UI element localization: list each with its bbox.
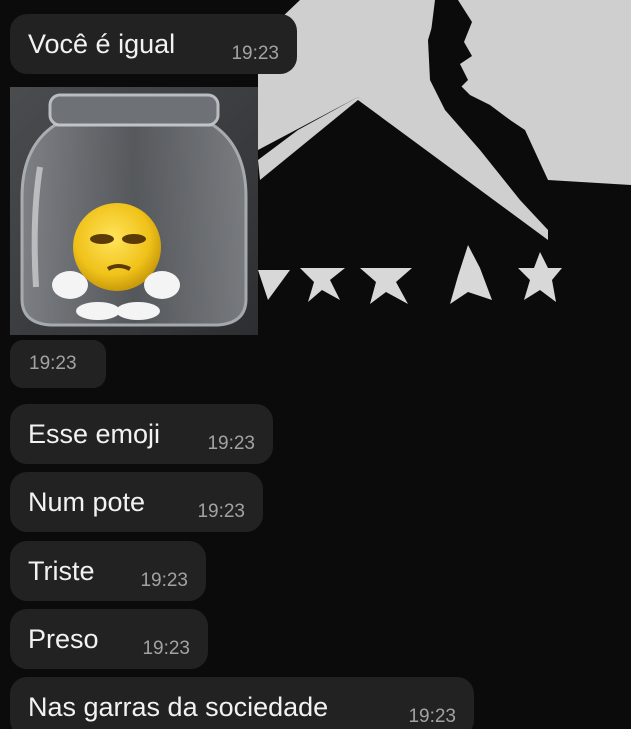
message-bubble[interactable]: Nas garras da sociedade 19:23 [10,677,474,729]
message-text: Preso [28,624,99,654]
wallpaper-stars [258,245,562,304]
wallpaper-star-5 [518,252,562,302]
message-text: Esse emoji [28,419,161,449]
image-message[interactable] [10,87,258,335]
emoji-in-jar-image [10,87,258,335]
wallpaper-star-4 [450,245,492,304]
message-time: 19:23 [197,501,245,522]
wallpaper-star-3 [360,268,412,304]
message-bubble[interactable]: Você é igual 19:23 [10,14,297,74]
message-time: 19:23 [142,638,190,659]
image-message-time: 19:23 [10,340,106,388]
message-bubble[interactable]: Esse emoji 19:23 [10,404,273,464]
message-text: Nas garras da sociedade [28,692,329,722]
wallpaper-star-2 [300,268,345,302]
message-text: Você é igual [28,29,176,59]
chat-screen: Você é igual 19:23 19:23 Esse emoji 19:2… [0,0,631,729]
message-time: 19:23 [207,433,255,454]
message-time: 19:23 [29,353,77,374]
message-bubble[interactable]: Triste 19:23 [10,541,206,601]
message-bubble[interactable]: Num pote 19:23 [10,472,263,532]
message-text: Num pote [28,487,146,517]
message-time: 19:23 [231,43,279,64]
message-text: Triste [28,556,95,586]
wallpaper-star-1 [258,270,290,300]
message-bubble[interactable]: Preso 19:23 [10,609,208,669]
message-time: 19:23 [408,706,456,727]
message-time: 19:23 [140,570,188,591]
